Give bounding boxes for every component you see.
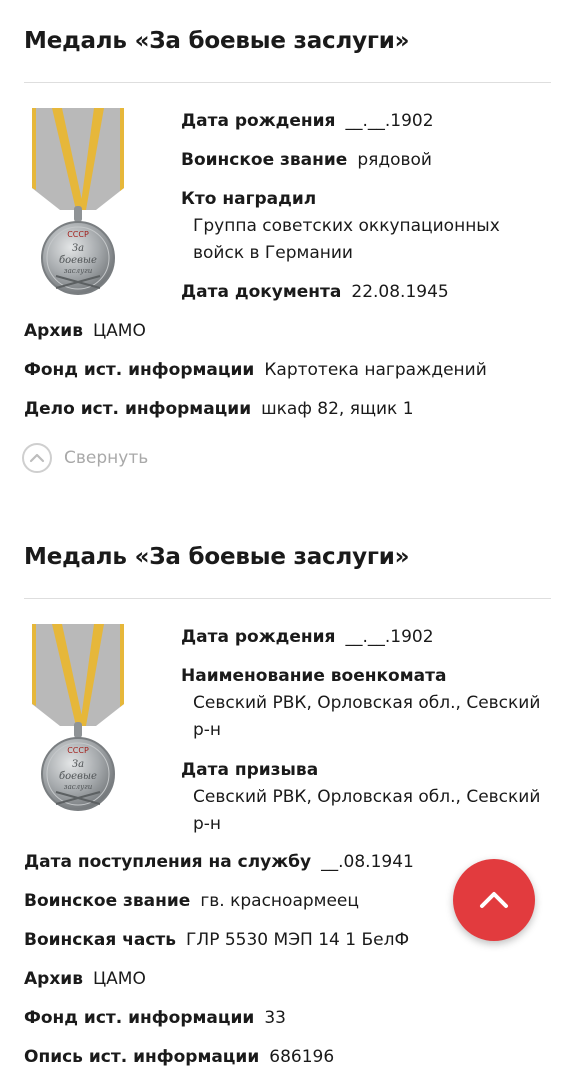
svg-text:боевые: боевые <box>59 255 97 266</box>
archive-value: ЦАМО <box>92 969 146 989</box>
svg-text:СССР: СССР <box>67 746 89 755</box>
archive-label: Архив <box>24 969 83 989</box>
military-unit-label: Воинская часть <box>24 930 177 950</box>
medal-icon: СССР За боевые заслуги <box>32 624 124 811</box>
birth-date-row: Дата рождения __.__.1902 <box>181 624 434 651</box>
doc-date-row: Дата документа 22.08.1945 <box>181 279 449 306</box>
opis-row: Опись ист. информации 686196 <box>24 1044 334 1071</box>
archive-value: ЦАМО <box>92 321 146 341</box>
fond-value: 33 <box>264 1008 286 1028</box>
fond-row: Фонд ист. информации 33 <box>24 1005 286 1032</box>
svg-text:заслуги: заслуги <box>64 783 93 791</box>
awarded-by-value: Группа советских оккупационных войск в Г… <box>193 216 500 263</box>
rank-value: рядовой <box>357 150 432 170</box>
rank-label: Воинское звание <box>24 891 191 911</box>
birth-date-value: __.__.1902 <box>345 111 434 131</box>
service-date-row: Дата поступления на службу __.08.1941 <box>24 849 414 876</box>
collapse-button[interactable]: Свернуть <box>22 441 148 475</box>
service-date-label: Дата поступления на службу <box>24 852 312 872</box>
military-unit-value: ГЛР 5530 МЭП 14 1 БелФ <box>186 930 410 950</box>
rank-row: Воинское звание рядовой <box>181 147 432 174</box>
opis-label: Опись ист. информации <box>24 1047 260 1067</box>
archive-row: Архив ЦАМО <box>24 318 146 345</box>
awarded-by-label: Кто наградил <box>181 189 317 209</box>
birth-date-label: Дата рождения <box>181 111 336 131</box>
divider <box>24 598 551 599</box>
award-title: Медаль «За боевые заслуги» <box>24 28 410 54</box>
fond-value: Картотека награждений <box>264 360 487 380</box>
case-value: шкаф 82, ящик 1 <box>261 399 414 419</box>
case-label: Дело ист. информации <box>24 399 252 419</box>
award-card-2: Медаль «За боевые заслуги» СССР За боевы… <box>0 500 575 1080</box>
opis-value: 686196 <box>269 1047 335 1067</box>
birth-date-label: Дата рождения <box>181 627 336 647</box>
rank-label: Воинское звание <box>181 150 348 170</box>
draft-date-value: Севский РВК, Орловская обл., Севский р-н <box>193 787 541 834</box>
recruitment-office-value: Севский РВК, Орловская обл., Севский р-н <box>193 693 541 740</box>
doc-date-value: 22.08.1945 <box>351 282 449 302</box>
draft-date-label: Дата призыва <box>181 760 319 780</box>
chevron-up-icon <box>480 892 508 908</box>
svg-text:заслуги: заслуги <box>64 267 93 275</box>
birth-date-row: Дата рождения __.__.1902 <box>181 108 434 135</box>
award-card-1: Медаль «За боевые заслуги» СССР За боевы… <box>0 0 575 500</box>
fond-row: Фонд ист. информации Картотека награждени… <box>24 357 487 384</box>
svg-text:СССР: СССР <box>67 230 89 239</box>
fond-label: Фонд ист. информации <box>24 360 255 380</box>
divider <box>24 82 551 83</box>
scroll-to-top-button[interactable] <box>453 859 535 941</box>
collapse-label: Свернуть <box>64 448 149 468</box>
svg-text:За: За <box>72 759 84 770</box>
military-unit-row: Воинская часть ГЛР 5530 МЭП 14 1 БелФ <box>24 927 409 954</box>
archive-row: Архив ЦАМО <box>24 966 146 993</box>
chevron-up-circle-icon <box>22 443 52 473</box>
rank-row: Воинское звание гв. красноармеец <box>24 888 359 915</box>
svg-text:боевые: боевые <box>59 771 97 782</box>
svg-text:За: За <box>72 243 84 254</box>
doc-date-label: Дата документа <box>181 282 342 302</box>
award-title: Медаль «За боевые заслуги» <box>24 544 410 570</box>
archive-label: Архив <box>24 321 83 341</box>
medal-icon: СССР За боевые заслуги <box>32 108 124 295</box>
rank-value: гв. красноармеец <box>200 891 359 911</box>
fond-label: Фонд ист. информации <box>24 1008 255 1028</box>
case-row: Дело ист. информации шкаф 82, ящик 1 <box>24 396 414 423</box>
birth-date-value: __.__.1902 <box>345 627 434 647</box>
service-date-value: __.08.1941 <box>321 852 414 872</box>
recruitment-office-label: Наименование военкомата <box>181 666 447 686</box>
